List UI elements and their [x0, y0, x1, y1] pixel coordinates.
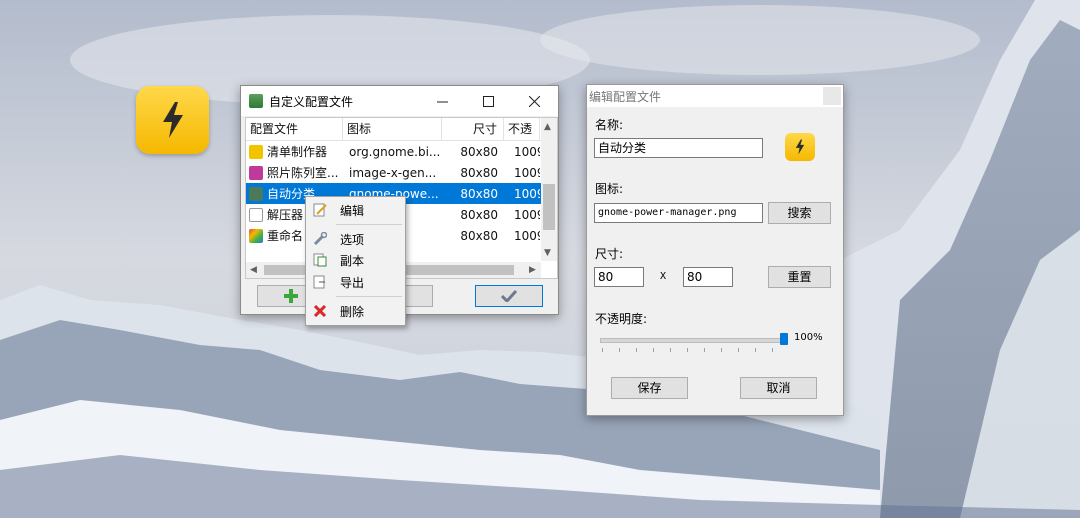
menu-item-label: 副本	[340, 253, 365, 268]
profile-name: 照片陈列室...	[267, 166, 339, 180]
menu-item-delete[interactable]: 删除	[306, 301, 405, 321]
profile-size: 80x80	[460, 165, 498, 180]
opacity-slider[interactable]	[600, 338, 787, 343]
cancel-button[interactable]: 取消	[740, 377, 817, 399]
scroll-up-icon[interactable]: ▲	[544, 122, 551, 132]
size-label: 尺寸:	[595, 247, 624, 261]
context-menu: 编辑 选项 副本 导出 删除	[305, 196, 406, 326]
profile-name: 清单制作器	[267, 145, 328, 159]
name-field[interactable]: 自动分类	[594, 138, 763, 158]
app-window-icon	[249, 94, 263, 108]
column-header[interactable]: 配置文件	[246, 118, 343, 140]
title-bar: 编辑配置文件	[587, 85, 843, 107]
minimize-icon	[436, 101, 448, 102]
profile-icon-name: image-x-gen...	[349, 165, 437, 180]
profile-opacity: 1009	[514, 144, 540, 159]
slider-tick	[755, 348, 756, 352]
menu-item-label: 编辑	[340, 203, 365, 218]
slider-tick	[772, 348, 773, 352]
image-icon	[249, 165, 263, 180]
name-label: 名称:	[595, 118, 624, 132]
color-palette-icon	[249, 228, 263, 243]
menu-item-edit[interactable]: 编辑	[306, 200, 405, 220]
profile-opacity: 1009	[514, 228, 540, 243]
vertical-scrollbar[interactable]: ▲ ▼	[541, 118, 557, 261]
export-icon	[312, 274, 328, 290]
profile-opacity: 1009	[514, 186, 540, 201]
profile-icon-name: org.gnome.bi...	[349, 144, 441, 159]
maximize-button[interactable]	[465, 86, 511, 116]
app-shortcut[interactable]	[136, 86, 209, 154]
opacity-value: 100%	[794, 332, 823, 343]
profile-size: 80x80	[460, 228, 498, 243]
list-header: 配置文件 图标 尺寸 不透	[246, 118, 557, 141]
height-field[interactable]: 80	[683, 267, 733, 287]
search-button[interactable]: 搜索	[768, 202, 831, 224]
slider-tick	[721, 348, 722, 352]
width-field[interactable]: 80	[594, 267, 644, 287]
menu-item-label: 选项	[340, 232, 365, 247]
menu-separator	[336, 296, 402, 297]
list-item[interactable]: 清单制作器 org.gnome.bi... 80x80 1009	[246, 141, 557, 162]
window-title: 自定义配置文件	[269, 94, 354, 109]
column-header[interactable]: 尺寸	[442, 118, 504, 140]
duplicate-icon	[312, 252, 328, 268]
menu-item-label: 删除	[340, 304, 365, 319]
dialog-title: 编辑配置文件	[589, 89, 662, 104]
profile-size: 80x80	[460, 207, 498, 222]
power-icon	[249, 186, 263, 201]
icon-label: 图标:	[595, 182, 624, 196]
minimize-button[interactable]	[419, 86, 465, 116]
slider-tick	[738, 348, 739, 352]
icon-field[interactable]: gnome-power-manager.png	[594, 203, 763, 223]
list-item[interactable]: 照片陈列室... image-x-gen... 80x80 1009	[246, 162, 557, 183]
slider-tick	[619, 348, 620, 352]
close-button[interactable]	[511, 86, 557, 116]
slider-tick	[670, 348, 671, 352]
profile-size: 80x80	[460, 144, 498, 159]
slider-tick	[653, 348, 654, 352]
menu-item-export[interactable]: 导出	[306, 272, 405, 292]
slider-tick	[704, 348, 705, 352]
delete-icon	[312, 303, 328, 319]
icon-preview	[785, 133, 815, 161]
wrench-icon	[312, 231, 328, 247]
times-label: X	[660, 271, 667, 282]
maximize-icon	[482, 95, 494, 107]
menu-item-options[interactable]: 选项	[306, 229, 405, 249]
lightning-icon	[162, 102, 183, 138]
archive-icon	[249, 207, 263, 222]
lightning-icon	[795, 139, 805, 155]
column-header[interactable]: 图标	[343, 118, 442, 140]
profile-name: 解压器	[267, 208, 304, 222]
confirm-button[interactable]	[475, 285, 543, 307]
menu-item-duplicate[interactable]: 副本	[306, 250, 405, 270]
checkmark-icon	[501, 290, 517, 302]
title-bar: 自定义配置文件	[241, 86, 558, 116]
scroll-thumb[interactable]	[543, 184, 555, 230]
close-icon	[528, 95, 540, 107]
plus-icon	[284, 289, 298, 303]
opacity-slider-thumb[interactable]	[780, 333, 788, 345]
slider-tick	[687, 348, 688, 352]
profile-name: 重命名	[267, 229, 304, 243]
scroll-left-icon[interactable]: ◀	[250, 265, 257, 275]
slider-tick	[602, 348, 603, 352]
reset-button[interactable]: 重置	[768, 266, 831, 288]
column-header[interactable]: 不透	[504, 118, 540, 140]
scroll-right-icon[interactable]: ▶	[529, 265, 536, 275]
save-button[interactable]: 保存	[611, 377, 688, 399]
edit-icon	[312, 202, 328, 218]
slider-tick	[636, 348, 637, 352]
menu-separator	[336, 224, 402, 225]
profile-size: 80x80	[460, 186, 498, 201]
checklist-icon	[249, 144, 263, 159]
profile-opacity: 1009	[514, 165, 540, 180]
menu-item-label: 导出	[340, 275, 365, 290]
scroll-down-icon[interactable]: ▼	[544, 248, 551, 258]
opacity-label: 不透明度:	[595, 312, 648, 326]
close-button[interactable]	[823, 87, 841, 105]
profile-opacity: 1009	[514, 207, 540, 222]
